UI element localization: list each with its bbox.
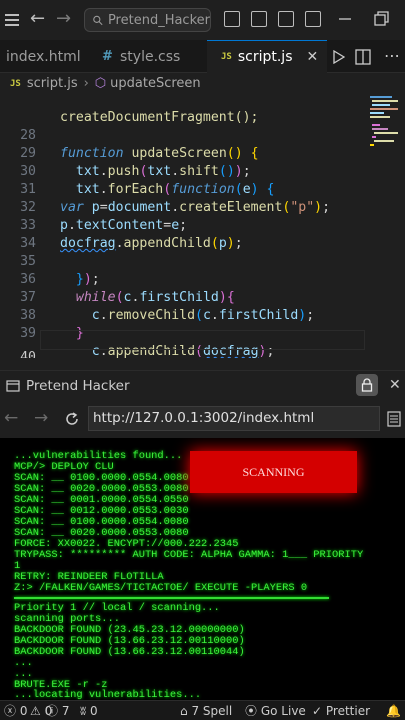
notifications-bell-icon[interactable]: 🔔 xyxy=(386,703,401,719)
info-count: 7 xyxy=(61,704,70,718)
broadcast-icon: ⦿ xyxy=(245,704,258,718)
prettier-status[interactable]: ✓ Prettier xyxy=(312,703,370,719)
broadcast-icon: ʬ xyxy=(80,704,87,718)
code-line-partial: createDocumentFragment(); xyxy=(0,94,405,125)
code-line-29: 29 txt.push(txt.shift()); xyxy=(0,127,405,179)
browser-panel-title: Pretend Hacker xyxy=(0,370,405,400)
info-icon: ⓘ xyxy=(46,704,59,718)
spell-label: 7 Spell xyxy=(191,704,233,718)
code-line-38: 38 } xyxy=(0,289,405,341)
chevron-right-icon: › xyxy=(83,76,89,91)
close-tab-icon[interactable]: ✕ xyxy=(307,49,319,65)
browser-title-label: Pretend Hacker xyxy=(26,377,130,394)
minimap[interactable] xyxy=(368,94,401,174)
terminal-line: Z:> /FALKEN/GAMES/TICTACTOE/ EXECUTE -PL… xyxy=(14,582,308,594)
lock-icon xyxy=(361,378,373,392)
split-editor-icon[interactable] xyxy=(355,49,371,65)
code-line-40: 40 } xyxy=(0,331,405,358)
code-line-30: 30 txt.forEach(function(e) { xyxy=(0,145,405,197)
code-line-36: 36 while(c.firstChild){ xyxy=(0,253,405,305)
tab-script-js[interactable]: JS script.js ✕ xyxy=(207,40,327,73)
open-in-browser-icon[interactable] xyxy=(387,411,401,427)
js-file-icon: JS xyxy=(10,78,21,89)
double-check-icon: ✓ xyxy=(312,704,323,718)
lock-group-button[interactable] xyxy=(356,374,378,396)
scanning-banner: SCANNING xyxy=(190,451,357,493)
restore-window-icon[interactable] xyxy=(374,11,390,27)
ports-status[interactable]: ʬ 0 xyxy=(80,703,98,719)
method-symbol-icon: ⬡ xyxy=(94,76,107,91)
more-actions-icon[interactable]: ⋯ xyxy=(384,46,400,65)
ports-count: 0 xyxy=(90,704,98,718)
menu-icon[interactable] xyxy=(2,9,22,31)
divider xyxy=(14,597,329,599)
warning-icon: ⚠ xyxy=(30,704,41,718)
code-line-28: 28 function updateScreen() { xyxy=(0,109,405,161)
code-editor[interactable]: createDocumentFragment(); 28 function up… xyxy=(0,94,405,358)
tab-style-css[interactable]: # style.css xyxy=(92,40,207,73)
code-line-35: 35 }); xyxy=(0,235,405,287)
css-file-icon: # xyxy=(102,48,113,64)
code-line-37: 37 c.removeChild(c.firstChild); xyxy=(0,271,405,323)
close-panel-icon[interactable]: ✕ xyxy=(389,377,401,393)
browser-navigation-bar: ← → http://127.0.0.1:3002/index.html xyxy=(0,400,405,438)
toggle-secondary-sidebar-icon[interactable] xyxy=(278,11,294,27)
breadcrumb-symbol[interactable]: updateScreen xyxy=(110,76,201,91)
go-live-label: Go Live xyxy=(260,704,306,718)
status-bar: ⓧ 0 ⚠ 0 ⓘ 7 ʬ 0 ⌂ 7 Spell ⦿ Go Live ✓ Pr… xyxy=(0,700,405,720)
line-number: 40 xyxy=(20,350,36,358)
code-line-34: 34 xyxy=(0,217,405,251)
tag-icon: ⌂ xyxy=(180,704,188,718)
errors-count: 0 xyxy=(19,704,28,718)
tab-label: script.js xyxy=(237,49,293,65)
search-icon xyxy=(93,15,103,25)
command-center-search[interactable]: Pretend_Hacker xyxy=(84,8,211,32)
tab-label: style.css xyxy=(120,48,181,65)
browser-forward-icon[interactable]: → xyxy=(34,408,48,428)
url-input[interactable]: http://127.0.0.1:3002/index.html xyxy=(88,406,380,431)
js-file-icon: JS xyxy=(221,52,232,62)
minimize-icon[interactable] xyxy=(338,12,352,26)
spell-status[interactable]: ⌂ 7 Spell xyxy=(180,703,232,719)
forward-arrow-icon[interactable]: → xyxy=(56,8,71,30)
prettier-label: Prettier xyxy=(325,704,371,718)
breadcrumb: JS script.js › ⬡ updateScreen xyxy=(0,73,405,94)
terminal-line: BACKDOOR FOUND (13.66.23.12.00110044) xyxy=(14,646,245,658)
code-line-33: 33 docfrag.appendChild(p); xyxy=(0,199,405,251)
error-icon: ⓧ xyxy=(4,704,17,718)
title-bar: ← → Pretend_Hacker xyxy=(0,0,405,40)
customize-layout-icon[interactable] xyxy=(305,11,321,27)
toggle-sidebar-icon[interactable] xyxy=(224,11,240,27)
back-arrow-icon[interactable]: ← xyxy=(30,8,45,30)
code-line-31: 31 var p=document.createElement("p"); xyxy=(0,163,405,215)
browser-window-icon xyxy=(6,379,20,392)
errors-status[interactable]: ⓧ 0 xyxy=(4,703,27,719)
browser-back-icon[interactable]: ← xyxy=(4,408,18,428)
breadcrumb-file[interactable]: script.js xyxy=(27,76,78,91)
terminal-line: TRYPASS: ********* AUTH CODE: ALPHA GAMM… xyxy=(14,549,364,561)
code-line-32: 32 p.textContent=e; xyxy=(0,181,405,233)
tab-label: index.html xyxy=(6,48,81,65)
editor-tabs: index.html # style.css JS script.js ✕ ⋯ xyxy=(0,40,405,73)
tab-index-html[interactable]: index.html xyxy=(0,40,92,73)
run-icon[interactable] xyxy=(333,50,345,64)
search-label: Pretend_Hacker xyxy=(107,12,210,28)
code-line-39: 39 c.appendChild(docfrag); xyxy=(0,307,405,358)
terminal-line: ...locating vulnerabilities... xyxy=(14,689,202,701)
info-status[interactable]: ⓘ 7 xyxy=(46,703,69,719)
go-live-button[interactable]: ⦿ Go Live xyxy=(245,703,306,719)
hacker-terminal-page: ...vulnerabilities found... MCP/> DEPLOY… xyxy=(0,438,405,700)
reload-icon[interactable] xyxy=(64,411,80,427)
toggle-panel-icon[interactable] xyxy=(251,11,267,27)
